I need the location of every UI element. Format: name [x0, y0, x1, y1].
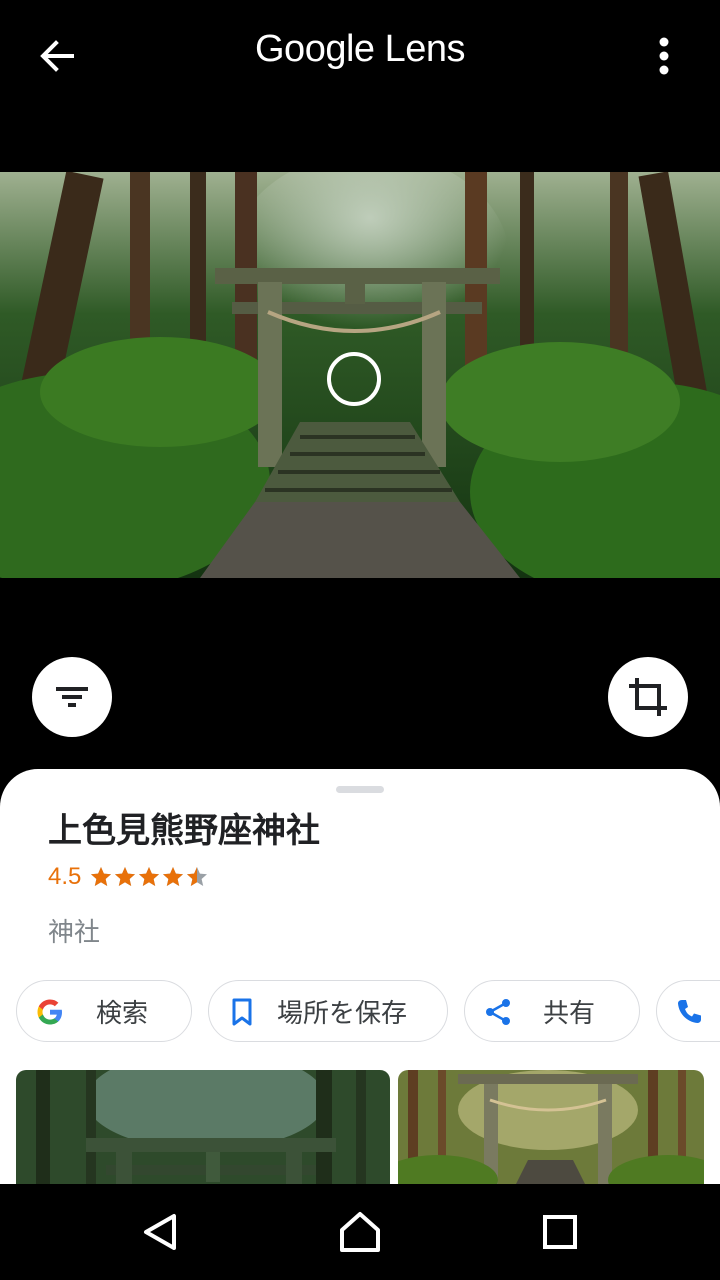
similar-image-2-picture	[398, 1070, 704, 1184]
place-category: 神社	[48, 918, 101, 948]
share-chip[interactable]: 共有	[464, 980, 640, 1042]
save-place-chip-label: 場所を保存	[277, 998, 408, 1029]
action-chips: 検索 場所を保存 共有	[16, 980, 720, 1044]
star-icon	[187, 867, 208, 886]
similar-image-2[interactable]	[398, 1070, 704, 1184]
save-place-chip[interactable]: 場所を保存	[208, 980, 448, 1042]
result-bottom-sheet[interactable]: 上色見熊野座神社 4.5 神社 検索 場所を保存 共有	[0, 769, 720, 1184]
crop-button[interactable]	[608, 657, 688, 737]
system-navigation-bar	[0, 1184, 720, 1280]
filter-icon	[56, 687, 88, 707]
rating-row: 4.5	[48, 863, 209, 891]
top-app-bar: Google Lens	[0, 0, 720, 110]
filter-button[interactable]	[32, 657, 112, 737]
place-title: 上色見熊野座神社	[48, 811, 320, 851]
nav-home-icon	[340, 1212, 380, 1252]
rating-stars	[89, 865, 209, 889]
search-chip-label: 検索	[96, 998, 149, 1029]
share-icon	[486, 999, 510, 1025]
star-icon	[115, 867, 136, 886]
similar-images	[16, 1070, 720, 1184]
app-title: Google Lens	[255, 28, 466, 70]
nav-home-button[interactable]	[332, 1204, 388, 1260]
similar-image-1-picture	[16, 1070, 390, 1184]
call-chip[interactable]	[656, 980, 720, 1042]
search-chip[interactable]: 検索	[16, 980, 192, 1042]
more-vertical-icon	[659, 37, 669, 75]
nav-back-icon	[144, 1214, 176, 1250]
crop-icon	[629, 678, 667, 716]
star-icon	[139, 867, 160, 886]
focus-target-circle[interactable]	[327, 352, 381, 406]
star-icon	[163, 867, 184, 886]
google-g-icon	[37, 999, 62, 1025]
nav-recents-icon	[543, 1215, 577, 1249]
phone-icon	[678, 1000, 701, 1023]
drag-handle[interactable]	[336, 786, 384, 793]
nav-back-button[interactable]	[132, 1204, 188, 1260]
more-options-button[interactable]	[644, 34, 684, 78]
star-icon	[91, 867, 112, 886]
nav-recents-button[interactable]	[532, 1204, 588, 1260]
similar-image-1[interactable]	[16, 1070, 390, 1184]
share-chip-label: 共有	[543, 998, 596, 1029]
rating-value: 4.5	[48, 863, 82, 890]
bookmark-icon	[232, 998, 252, 1026]
